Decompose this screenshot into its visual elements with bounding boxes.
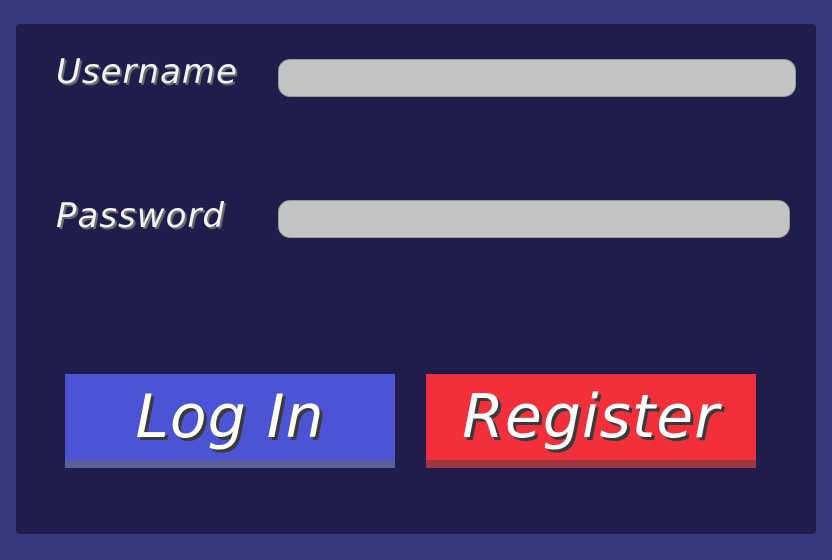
username-label: Username [56, 52, 238, 92]
register-button[interactable]: Register [426, 374, 756, 460]
password-label: Password [56, 196, 225, 236]
login-button[interactable]: Log In [65, 374, 395, 460]
window-frame: Username Password Log In Register [0, 0, 832, 560]
password-input[interactable] [278, 200, 790, 238]
username-input[interactable] [278, 59, 796, 97]
